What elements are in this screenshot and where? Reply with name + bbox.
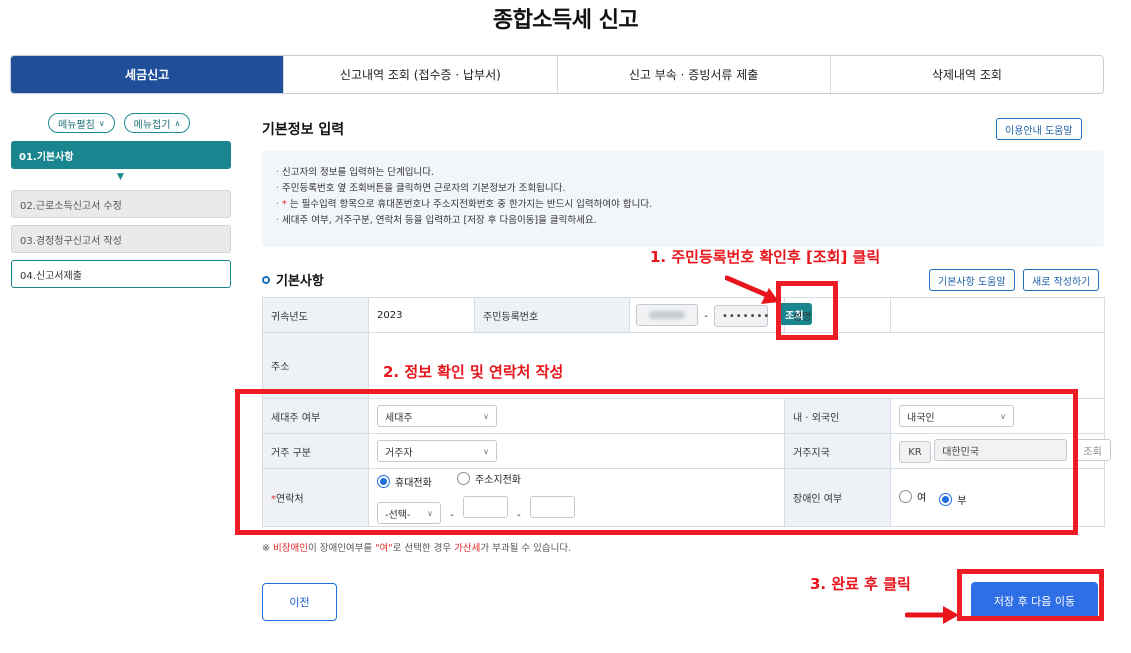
info-line: · 신고자의 정보를 입력하는 단계입니다. (276, 167, 434, 178)
year-label: 귀속년도 (262, 297, 369, 333)
circle-bullet-icon (262, 275, 270, 284)
residence-cell: 거주자 ∨ (368, 433, 785, 469)
table-row: 거주 구분 거주자 ∨ 거주지국 KR 대한민국 조회 (262, 433, 1111, 469)
annotation-step1: 1. 주민등록번호 확인후 [조회] 클릭 (650, 248, 881, 266)
new-write-button[interactable]: 새로 작성하기 (1023, 269, 1100, 291)
chevron-down-icon: ∨ (483, 446, 489, 456)
rrn-separator: - (704, 310, 708, 322)
tab-tax-filing[interactable]: 세금신고 (11, 56, 284, 93)
nationality-select[interactable]: 내국인 ∨ (899, 405, 1014, 427)
name-value (890, 297, 1105, 333)
chevron-down-icon: ∨ (98, 118, 105, 128)
rrn-cell: - ••••••• 조회 (629, 297, 812, 333)
save-next-button[interactable]: 저장 후 다음 이동 (971, 582, 1098, 620)
menu-expand-button[interactable]: 메뉴펼침 ∨ (48, 113, 115, 133)
tab-deleted-history[interactable]: 삭제내역 조회 (829, 56, 1103, 93)
rrn-front-input[interactable] (636, 303, 698, 326)
nationality-cell: 내국인 ∨ (890, 398, 1105, 434)
help-guide-button[interactable]: 이용안내 도움말 (996, 118, 1082, 140)
basic-help-button[interactable]: 기본사항 도움말 (929, 269, 1015, 291)
prev-button[interactable]: 이전 (262, 583, 337, 621)
radio-unselected-icon (899, 489, 912, 503)
page-title: 종합소득세 신고 (492, 8, 639, 33)
info-line: · 세대주 여부, 거주구분, 연락처 등을 입력하고 [저장 후 다음이동]을 … (276, 215, 597, 226)
table-row: 귀속년도 2023 주민등록번호 - ••••••• 조회 성명 (262, 297, 1105, 333)
householder-label: 세대주 여부 (262, 398, 369, 434)
nationality-label: 내 · 외국인 (784, 398, 891, 434)
chevron-up-icon: ∧ (174, 118, 181, 128)
country-name-field: 대한민국 (934, 439, 1068, 461)
disabled-cell: 여 부 (890, 468, 1105, 527)
menu-expand-label: 메뉴펼침 (58, 119, 95, 131)
country-cell: KR 대한민국 조회 (890, 433, 1111, 469)
step-down-arrow-icon: ▼ (117, 172, 124, 182)
year-value: 2023 (368, 297, 475, 333)
phone-prefix-select[interactable]: -선택- ∨ (377, 502, 441, 525)
radio-selected-icon (377, 474, 390, 488)
tab-submit-documents[interactable]: 신고 부속 · 증빙서류 제출 (556, 56, 830, 93)
residence-select[interactable]: 거주자 ∨ (377, 440, 497, 462)
country-lookup-button[interactable]: 조회 (1074, 439, 1111, 461)
residence-label: 거주 구분 (262, 433, 369, 469)
section-title: 기본정보 입력 (262, 122, 345, 138)
tab-filing-history[interactable]: 신고내역 조회 (접수증 · 납부서) (283, 56, 556, 93)
menu-collapse-button[interactable]: 메뉴접기 ∧ (123, 113, 191, 133)
chevron-down-icon: ∨ (427, 508, 433, 518)
menu-toggles: 메뉴펼침 ∨ 메뉴접기 ∧ (48, 113, 191, 133)
sidebar-step-correction-claim[interactable]: 03.경정청구신고서 작성 (11, 225, 231, 253)
annotation-step3: 3. 완료 후 클릭 (810, 575, 911, 593)
chevron-down-icon: ∨ (483, 411, 489, 421)
radio-unselected-icon (457, 471, 470, 485)
sidebar-step-earned-income[interactable]: 02.근로소득신고서 수정 (11, 190, 231, 218)
basic-info-table: 귀속년도 2023 주민등록번호 - ••••••• 조회 성명 주소 세대주 … (262, 297, 1111, 527)
annotation-step2: 2. 정보 확인 및 연락처 작성 (383, 363, 564, 381)
disabled-label: 장애인 여부 (784, 468, 891, 527)
rrn-back-input[interactable]: ••••••• (713, 305, 769, 327)
arrow-right-icon (905, 606, 959, 624)
address-label: 주소 (262, 332, 369, 399)
contact-label-cell: *연락처 (262, 468, 369, 527)
info-line: · * 는 필수입력 항목으로 휴대폰번호나 주소지전화번호 중 한가지는 반드시… (276, 199, 653, 210)
radio-selected-icon (939, 492, 953, 506)
householder-select[interactable]: 세대주 ∨ (377, 405, 497, 427)
householder-cell: 세대주 ∨ (368, 398, 785, 434)
rrn-label: 주민등록번호 (474, 297, 630, 333)
table-row: *연락처 휴대전화 주소지전화 -선택- ∨ - - 장애인 여부 여 부 (262, 468, 1105, 527)
contact-home-radio[interactable]: 주소지전화 (457, 471, 521, 486)
chevron-down-icon: ∨ (1000, 411, 1006, 421)
table-row: 세대주 여부 세대주 ∨ 내 · 외국인 내국인 ∨ (262, 398, 1105, 434)
top-tabs: 세금신고 신고내역 조회 (접수증 · 납부서) 신고 부속 · 증빙서류 제출… (10, 55, 1104, 94)
phone-middle-input[interactable] (462, 495, 508, 518)
sidebar-step-submit[interactable]: 04.신고서제출 (11, 260, 231, 288)
disabled-yes-radio[interactable]: 여 (899, 489, 926, 504)
phone-separator: - (517, 509, 521, 521)
contact-cell: 휴대전화 주소지전화 -선택- ∨ - - (368, 468, 785, 527)
penalty-note: ※ 비장애인이 장애인여부를 "여"로 선택한 경우 가산세가 부과될 수 있습… (262, 543, 572, 554)
disabled-no-radio[interactable]: 부 (939, 492, 967, 507)
info-line: · 주민등록번호 옆 조회버튼을 클릭하면 근로자의 기본정보가 조회됩니다. (276, 183, 566, 194)
menu-collapse-label: 메뉴접기 (133, 119, 171, 131)
sidebar-step-basic-info[interactable]: 01.기본사항 (11, 141, 231, 169)
contact-mobile-radio[interactable]: 휴대전화 (377, 474, 432, 489)
phone-last-input[interactable] (529, 495, 575, 518)
country-code-field: KR (899, 441, 931, 463)
info-box: · 신고자의 정보를 입력하는 단계입니다. · 주민등록번호 옆 조회버튼을 클릭… (262, 151, 1104, 247)
contact-label: 연락처 (276, 494, 304, 505)
phone-separator: - (450, 509, 454, 521)
required-star-icon: * (282, 199, 287, 210)
country-label: 거주지국 (784, 433, 891, 469)
subsection-title: 기본사항 (262, 270, 324, 289)
